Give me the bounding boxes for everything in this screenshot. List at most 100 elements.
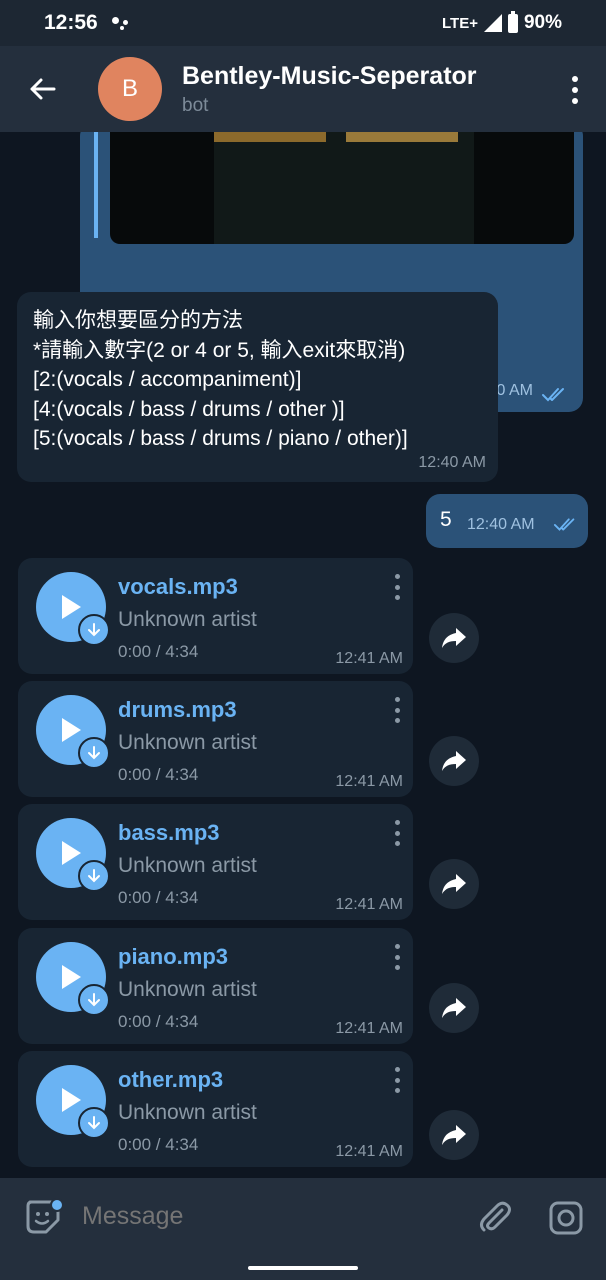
home-handle[interactable]	[248, 1266, 358, 1270]
chat-title: Bentley-Music-Seperator	[182, 61, 477, 90]
audio-title: vocals.mp3	[118, 574, 238, 599]
back-button[interactable]	[0, 46, 84, 132]
audio-title: bass.mp3	[118, 820, 220, 845]
menu-dots-icon	[395, 1067, 400, 1072]
audio-duration: 0:00 / 4:34	[118, 765, 199, 784]
video-thumbnail[interactable]	[110, 132, 574, 244]
audio-message[interactable]: piano.mp3 Unknown artist 0:00 / 4:34 12:…	[18, 928, 413, 1044]
menu-dots-icon	[395, 820, 400, 825]
audio-message[interactable]: drums.mp3 Unknown artist 0:00 / 4:34 12:…	[18, 681, 413, 797]
message-time: 12:40 AM	[467, 516, 535, 533]
prompt-line: *請輸入數字(2 or 4 or 5, 輸入exit來取消)	[33, 338, 406, 362]
audio-message[interactable]: bass.mp3 Unknown artist 0:00 / 4:34 12:4…	[18, 804, 413, 920]
audio-menu-button[interactable]	[395, 1067, 401, 1093]
avatar[interactable]: B	[98, 57, 162, 121]
play-icon	[62, 965, 81, 989]
prompt-line: [2:(vocals / accompaniment)]	[33, 368, 302, 391]
battery-icon	[507, 10, 518, 33]
prompt-message[interactable]: 輸入你想要區分的方法 *請輸入數字(2 or 4 or 5, 輸入exit來取消…	[17, 292, 498, 482]
menu-dots-icon	[395, 697, 400, 702]
status-time: 12:56	[44, 11, 98, 34]
audio-duration: 0:00 / 4:34	[118, 1012, 199, 1031]
audio-message[interactable]: vocals.mp3 Unknown artist 0:00 / 4:34 12…	[18, 558, 413, 674]
message-time: 12:41 AM	[335, 773, 403, 790]
audio-title: other.mp3	[118, 1067, 224, 1092]
download-icon	[88, 1116, 100, 1130]
share-icon	[442, 628, 466, 648]
play-icon	[62, 718, 81, 742]
menu-dots-icon	[395, 574, 400, 579]
play-icon	[62, 1088, 81, 1112]
download-button[interactable]	[78, 614, 110, 646]
share-button[interactable]	[429, 613, 479, 663]
camera-icon	[549, 1201, 583, 1235]
download-icon	[88, 869, 100, 883]
reply-message[interactable]: 5 12:40 AM	[426, 494, 588, 548]
message-time: 12:41 AM	[335, 896, 403, 913]
audio-artist: Unknown artist	[118, 854, 257, 877]
chat-header: B Bentley-Music-Seperator bot	[0, 46, 606, 132]
chat-area[interactable]: 12:40 AM 輸入你想要區分的方法 *請輸入數字(2 or 4 or 5, …	[0, 132, 606, 1178]
audio-menu-button[interactable]	[395, 820, 401, 846]
download-button[interactable]	[78, 737, 110, 769]
double-check-icon	[553, 518, 575, 531]
audio-menu-button[interactable]	[395, 697, 401, 723]
audio-title: piano.mp3	[118, 944, 229, 969]
message-time: 12:41 AM	[335, 1143, 403, 1160]
message-input[interactable]	[82, 1202, 442, 1231]
share-icon	[442, 1125, 466, 1145]
share-button[interactable]	[429, 1110, 479, 1160]
audio-artist: Unknown artist	[118, 608, 257, 631]
play-icon	[62, 841, 81, 865]
audio-menu-button[interactable]	[395, 944, 401, 970]
play-icon	[62, 595, 81, 619]
back-arrow-icon	[30, 78, 56, 100]
assistant-dots-icon	[111, 13, 134, 33]
share-button[interactable]	[429, 736, 479, 786]
reply-bar	[94, 132, 98, 238]
camera-button[interactable]	[547, 1199, 585, 1237]
share-icon	[442, 874, 466, 894]
notification-dot	[50, 1198, 64, 1212]
message-time: 12:41 AM	[335, 1020, 403, 1037]
share-icon	[442, 751, 466, 771]
download-button[interactable]	[78, 860, 110, 892]
download-button[interactable]	[78, 1107, 110, 1139]
double-check-icon	[542, 388, 564, 402]
attach-button[interactable]	[476, 1198, 514, 1236]
audio-duration: 0:00 / 4:34	[118, 1135, 199, 1154]
audio-artist: Unknown artist	[118, 731, 257, 754]
audio-title: drums.mp3	[118, 697, 237, 722]
chat-title-block[interactable]: Bentley-Music-Seperator bot	[182, 62, 477, 117]
attach-icon	[480, 1201, 511, 1232]
menu-dots-icon	[572, 76, 578, 82]
download-button[interactable]	[78, 984, 110, 1016]
download-icon	[88, 623, 100, 637]
download-icon	[88, 993, 100, 1007]
menu-dots-icon	[395, 944, 400, 949]
share-button[interactable]	[429, 859, 479, 909]
nav-bar	[0, 1258, 606, 1280]
prompt-line: [4:(vocals / bass / drums / other )]	[33, 397, 345, 421]
network-label: LTE+	[441, 14, 478, 32]
message-composer	[0, 1178, 606, 1258]
audio-duration: 0:00 / 4:34	[118, 888, 199, 907]
status-bar: 12:56 LTE+ 90%	[0, 0, 606, 46]
menu-button[interactable]	[568, 76, 582, 104]
prompt-line: [5:(vocals / bass / drums / piano / othe…	[33, 427, 408, 450]
message-time: 12:40 AM	[418, 454, 486, 471]
share-button[interactable]	[429, 983, 479, 1033]
audio-message[interactable]: other.mp3 Unknown artist 0:00 / 4:34 12:…	[18, 1051, 413, 1167]
audio-menu-button[interactable]	[395, 574, 401, 600]
share-icon	[442, 998, 466, 1018]
signal-icon	[483, 14, 502, 32]
prompt-line: 輸入你想要區分的方法	[33, 309, 243, 332]
status-indicators: LTE+ 90%	[441, 10, 562, 34]
reply-text: 5	[440, 508, 452, 531]
audio-artist: Unknown artist	[118, 1101, 257, 1124]
battery-label: 90%	[523, 12, 562, 33]
chat-subtitle: bot	[182, 94, 209, 116]
download-icon	[88, 746, 100, 760]
audio-artist: Unknown artist	[118, 978, 257, 1001]
audio-duration: 0:00 / 4:34	[118, 642, 199, 661]
